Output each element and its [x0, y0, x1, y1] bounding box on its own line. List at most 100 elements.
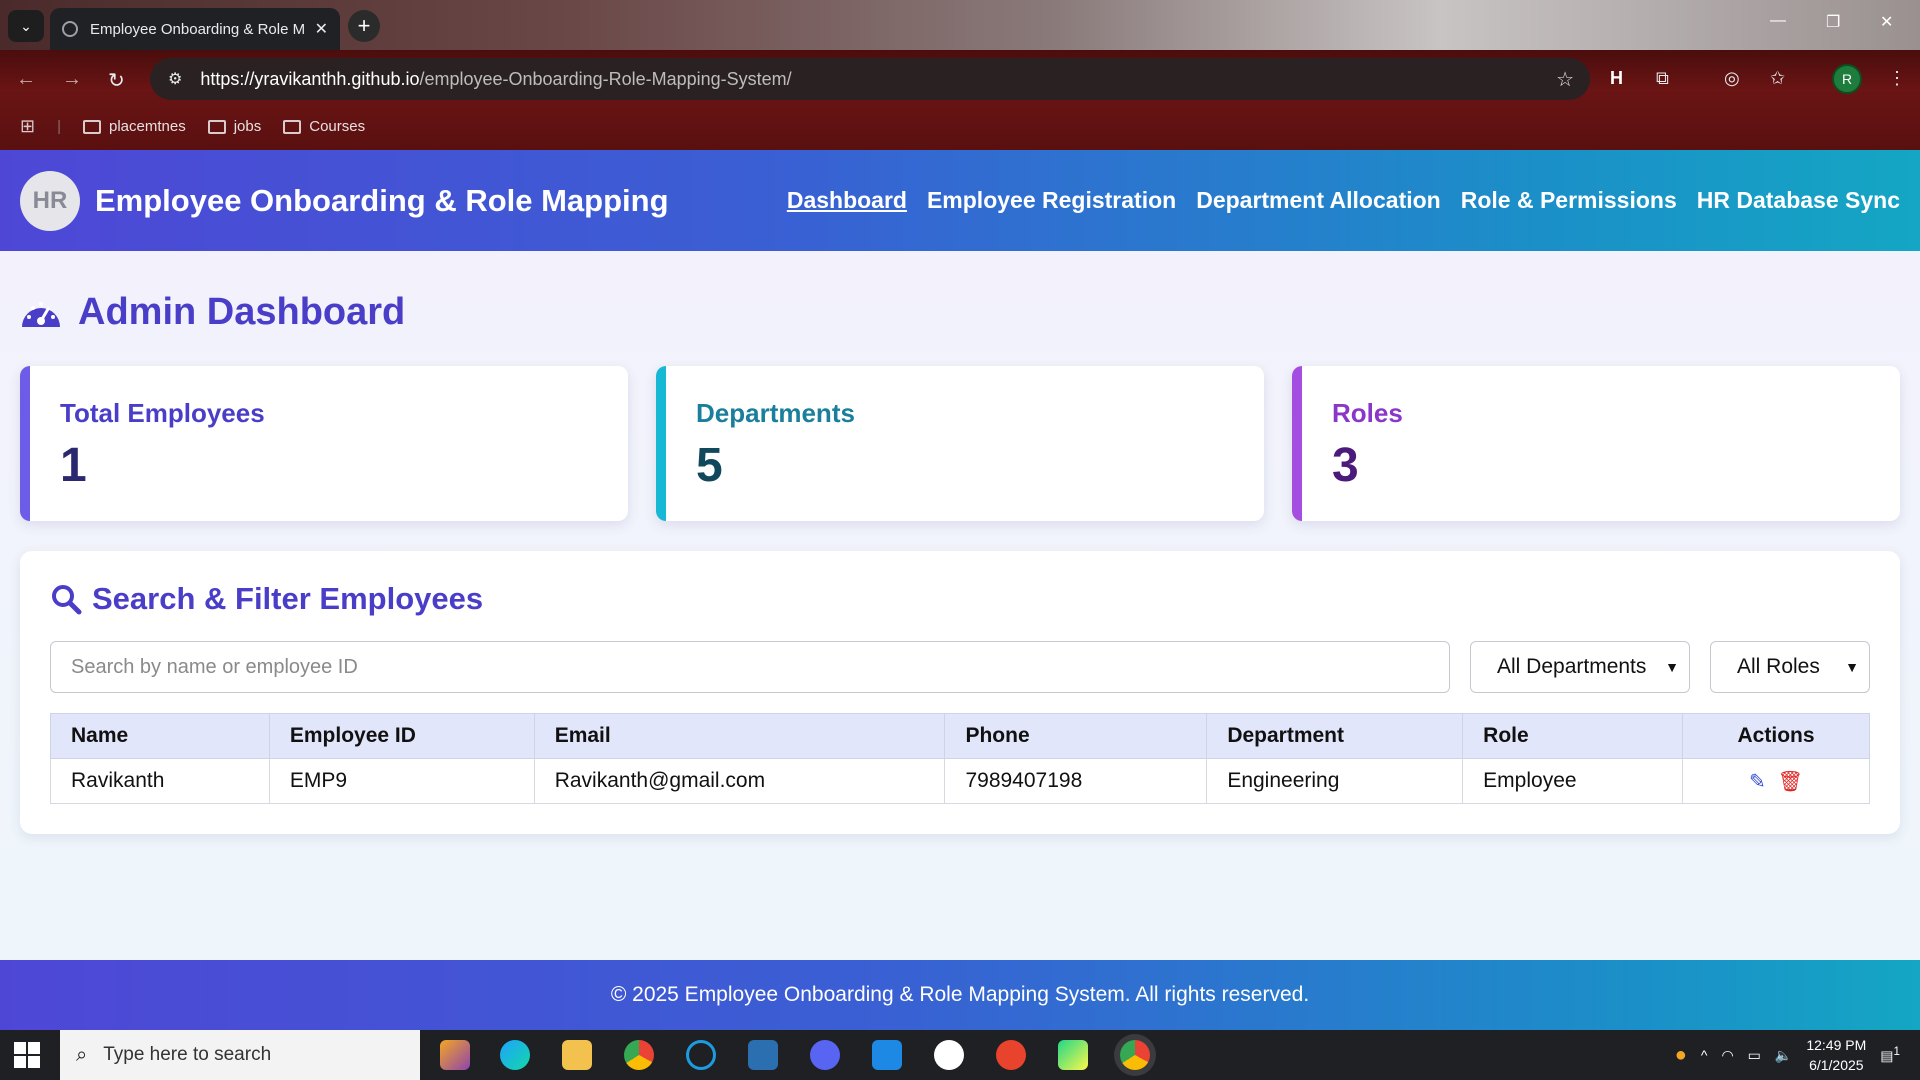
tab-title: Employee Onboarding & Role M [90, 20, 306, 38]
tab-list-button[interactable]: ⌄ [8, 10, 44, 42]
minimize-icon[interactable]: — [1770, 12, 1786, 30]
battery-icon[interactable]: ▭ [1748, 1047, 1761, 1064]
bookmark-jobs[interactable]: jobs [207, 118, 261, 135]
employee-search-input[interactable] [50, 641, 1450, 693]
bookmark-label: Courses [309, 118, 366, 135]
vscode-icon[interactable] [872, 1040, 902, 1070]
taskbar-search[interactable]: ⌕ Type here to search [60, 1030, 420, 1080]
stat-card-total-employees: Total Employees 1 [20, 366, 628, 521]
cell-email: Ravikanth@gmail.com [533, 758, 946, 804]
weather-icon[interactable]: ● [1675, 1044, 1687, 1067]
search-icon: ⌕ [76, 1043, 88, 1066]
nav-hr-database-sync[interactable]: HR Database Sync [1697, 187, 1900, 214]
browser-toolbar: ← → ↻ ⚙ https://yravikanthh.github.io/em… [0, 50, 1920, 150]
wps-icon[interactable] [996, 1040, 1026, 1070]
column-header-role: Role [1462, 713, 1684, 759]
profile-avatar[interactable]: R [1832, 64, 1862, 94]
discord-icon[interactable] [810, 1040, 840, 1070]
employee-table: Name Employee ID Email Phone Department … [50, 713, 1870, 804]
filter-title: Search & Filter Employees [92, 581, 484, 616]
pycharm-icon[interactable] [1058, 1040, 1088, 1070]
department-filter-select[interactable]: All Departments ▼ [1470, 641, 1690, 693]
windows-start-icon[interactable] [14, 1042, 40, 1068]
app-header: HR Employee Onboarding & Role Mapping Da… [0, 150, 1920, 251]
app-footer: © 2025 Employee Onboarding & Role Mappin… [0, 960, 1920, 1030]
hr-logo: HR [20, 170, 80, 231]
filter-heading: Search & Filter Employees [50, 581, 483, 617]
edit-icon[interactable]: ✎ [1749, 769, 1766, 794]
copilot-icon[interactable] [440, 1040, 470, 1070]
system-tray: ● ^ ◠ ▭ 🔈 12:49 PM 6/1/2025 ▤1 [1675, 1030, 1900, 1080]
file-explorer-icon[interactable] [562, 1040, 592, 1070]
url-text: https://yravikanthh.github.io/employee-O… [200, 68, 792, 89]
delete-icon[interactable]: 🗑 [1778, 769, 1803, 794]
column-header-phone: Phone [944, 713, 1208, 759]
cell-actions: ✎ 🗑 [1682, 758, 1870, 804]
stat-label: Total Employees [60, 398, 265, 428]
browser-tab-bar: ⌄ Employee Onboarding & Role M ✕ + — ❐ ✕ [0, 0, 1920, 50]
chrome-profile-icon[interactable] [1120, 1040, 1150, 1070]
taskbar-clock[interactable]: 12:49 PM 6/1/2025 [1806, 1035, 1866, 1075]
address-bar[interactable]: ⚙ https://yravikanthh.github.io/employee… [150, 58, 1590, 100]
chrome-icon[interactable] [624, 1040, 654, 1070]
menu-dots-icon[interactable]: ⋮ [1888, 68, 1906, 89]
stat-value: 1 [60, 439, 87, 492]
forward-icon[interactable]: → [62, 68, 82, 91]
cell-department: Engineering [1206, 758, 1464, 804]
search-icon [52, 585, 82, 615]
windows-taskbar: ⌕ Type here to search ● ^ ◠ ▭ 🔈 12:49 PM… [0, 1030, 1920, 1080]
column-header-actions: Actions [1682, 713, 1870, 759]
main-nav: Dashboard Employee Registration Departme… [787, 150, 1900, 251]
bookmark-placemtnes[interactable]: placemtnes [83, 118, 186, 135]
extensions-puzzle-icon[interactable]: ⧉ [1656, 68, 1669, 89]
clock-date: 6/1/2025 [1809, 1057, 1864, 1073]
folder-icon [83, 119, 101, 134]
close-tab-icon[interactable]: ✕ [315, 19, 328, 39]
mongodb-icon[interactable] [934, 1040, 964, 1070]
new-tab-button[interactable]: + [348, 10, 380, 42]
screenshot-icon[interactable]: ◎ [1724, 68, 1740, 89]
chevron-down-icon: ▼ [1665, 659, 1679, 675]
stat-accent-bar [656, 366, 666, 521]
reload-icon[interactable]: ↻ [108, 68, 125, 93]
bookmark-star-icon[interactable]: ☆ [1556, 67, 1574, 92]
volume-muted-icon[interactable]: 🔈 [1775, 1047, 1792, 1064]
bookmark-courses[interactable]: Courses [283, 118, 365, 135]
nav-dashboard[interactable]: Dashboard [787, 187, 907, 214]
window-close-icon[interactable]: ✕ [1880, 12, 1893, 32]
browser-tab[interactable]: Employee Onboarding & Role M ✕ [50, 8, 340, 50]
main-content: Admin Dashboard Total Employees 1 Depart… [0, 251, 1920, 960]
select-value: All Departments [1497, 655, 1647, 678]
role-filter-select[interactable]: All Roles ▼ [1710, 641, 1870, 693]
gauge-icon [22, 301, 60, 327]
c-app-icon[interactable] [686, 1040, 716, 1070]
chevron-up-icon[interactable]: ^ [1701, 1047, 1708, 1063]
nav-employee-registration[interactable]: Employee Registration [927, 187, 1176, 214]
cell-employee-id: EMP9 [268, 758, 535, 804]
column-header-department: Department [1206, 713, 1464, 759]
notification-icon[interactable]: ▤1 [1880, 1045, 1900, 1065]
extension-h-icon[interactable]: H [1610, 68, 1623, 89]
nav-department-allocation[interactable]: Department Allocation [1196, 187, 1441, 214]
stat-label: Roles [1332, 398, 1403, 428]
back-icon[interactable]: ← [16, 68, 36, 91]
table-row: Ravikanth EMP9 Ravikanth@gmail.com 79894… [50, 758, 1870, 804]
page-title: Admin Dashboard [78, 291, 406, 333]
app-icon[interactable] [748, 1040, 778, 1070]
restore-icon[interactable]: ❐ [1826, 12, 1840, 32]
folder-icon [207, 119, 226, 134]
nav-role-permissions[interactable]: Role & Permissions [1461, 187, 1677, 214]
select-value: All Roles [1737, 655, 1820, 678]
bookmarks-bar: ⊞ | placemtnes jobs Courses [20, 116, 365, 137]
stat-value: 5 [696, 439, 723, 492]
site-info-icon[interactable]: ⚙ [168, 69, 182, 89]
edge-icon[interactable] [500, 1040, 530, 1070]
taskbar-search-placeholder: Type here to search [103, 1044, 272, 1065]
wifi-icon[interactable]: ◠ [1721, 1047, 1733, 1064]
folder-icon [283, 119, 302, 134]
cell-phone: 7989407198 [944, 758, 1208, 804]
favorites-icon[interactable]: ✩ [1770, 68, 1785, 89]
apps-grid-icon[interactable]: ⊞ [20, 116, 35, 137]
stat-label: Departments [696, 398, 855, 428]
stat-accent-bar [20, 366, 30, 521]
